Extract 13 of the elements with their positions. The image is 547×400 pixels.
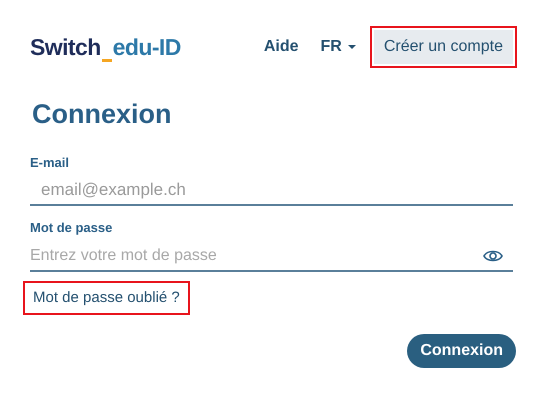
password-field[interactable]: Entrez votre mot de passe: [30, 244, 483, 268]
field-label: Mot de passe: [30, 219, 114, 237]
help-link[interactable]: Aide: [264, 35, 298, 59]
login-button[interactable]: Connexion: [407, 334, 516, 368]
field-label: E-mail: [30, 154, 70, 172]
language-dropdown[interactable]: FR: [320, 35, 356, 59]
create-account-button[interactable]: Créer un compte: [374, 30, 513, 64]
caret-icon: [348, 45, 356, 49]
logo: Switch edu-ID: [30, 30, 181, 64]
page-title: Connexion: [32, 98, 172, 131]
show-password-icon[interactable]: [483, 248, 503, 262]
forgot-password-link[interactable]: Mot de passe oublié ?: [23, 280, 190, 315]
email-field[interactable]: email@example.ch: [30, 177, 513, 203]
